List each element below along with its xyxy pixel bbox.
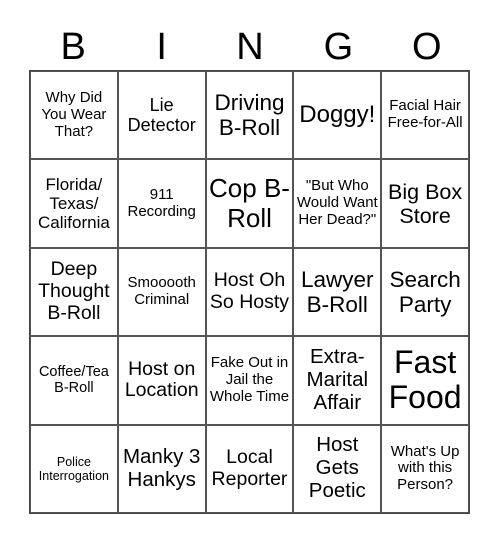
bingo-cell[interactable]: Search Party — [381, 247, 469, 337]
bingo-cell[interactable]: 911 Recording — [117, 159, 206, 248]
bingo-cell[interactable]: Florida/ Texas/ California — [30, 159, 118, 248]
bingo-cell[interactable]: Extra-Marital Affair — [293, 336, 382, 425]
header-letter-b: B — [60, 26, 86, 68]
bingo-header: B I N G O — [29, 24, 471, 70]
bingo-cell[interactable]: Coffee/Tea B-Roll — [30, 336, 118, 425]
bingo-cell[interactable]: Police Interrogation — [30, 424, 118, 513]
bingo-cell[interactable]: What's Up with this Person? — [381, 424, 469, 513]
bingo-grid: Why Did You Wear That? Lie Detector Driv… — [29, 70, 470, 514]
bingo-cell[interactable]: Facial Hair Free-for-All — [381, 71, 469, 160]
bingo-cell[interactable]: Local Reporter — [205, 424, 294, 513]
bingo-cell[interactable]: Host Gets Poetic — [293, 424, 382, 513]
bingo-cell[interactable]: Cop B-Roll — [205, 159, 294, 248]
bingo-cell[interactable]: Fast Food — [381, 336, 469, 425]
bingo-cell[interactable]: Host on Location — [117, 336, 206, 425]
bingo-cell[interactable]: "But Who Would Want Her Dead?" — [293, 159, 382, 248]
bingo-cell[interactable]: Smooooth Criminal — [117, 247, 206, 337]
header-letter-g: G — [323, 26, 354, 68]
bingo-cell[interactable]: Fake Out in Jail the Whole Time — [205, 336, 294, 425]
bingo-cell[interactable]: Lie Detector — [117, 71, 206, 160]
bingo-cell[interactable]: Why Did You Wear That? — [30, 71, 118, 160]
bingo-cell[interactable]: Driving B-Roll — [205, 71, 294, 160]
bingo-cell[interactable]: Manky 3 Hankys — [117, 424, 206, 513]
bingo-cell[interactable]: Doggy! — [293, 71, 382, 160]
header-letter-o: O — [412, 26, 442, 68]
bingo-cell[interactable]: Lawyer B-Roll — [293, 247, 382, 337]
header-letter-i: I — [156, 26, 167, 68]
bingo-cell[interactable]: Host Oh So Hosty — [205, 247, 294, 337]
bingo-cell[interactable]: Deep Thought B-Roll — [30, 247, 118, 337]
bingo-cell[interactable]: Big Box Store — [381, 159, 469, 248]
header-letter-n: N — [236, 26, 264, 68]
